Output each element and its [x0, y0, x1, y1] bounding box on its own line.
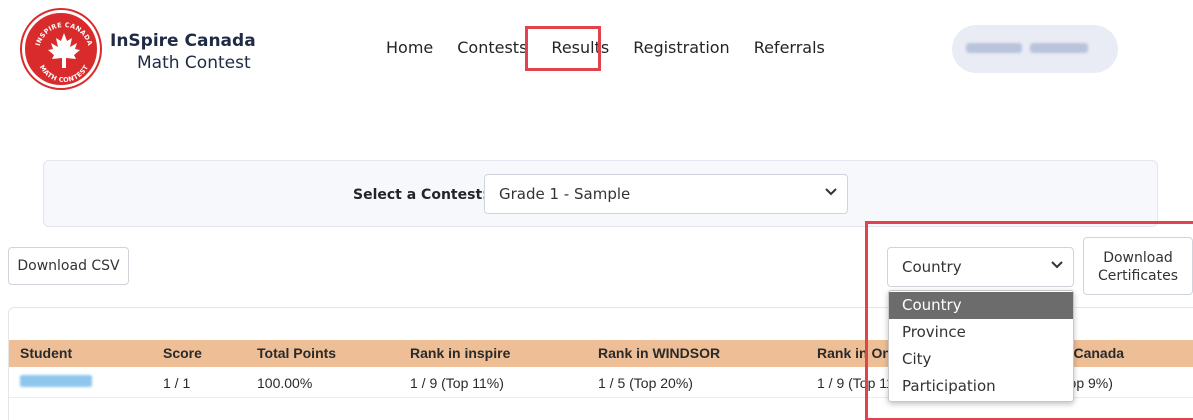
- nav-contests[interactable]: Contests: [457, 38, 527, 57]
- cell-rank-inspire: 1 / 9 (Top 11%): [410, 375, 504, 391]
- nav-referrals[interactable]: Referrals: [754, 38, 825, 57]
- chevron-down-icon: [825, 188, 837, 199]
- brand-line1: InSpire Canada: [110, 31, 256, 51]
- blurred-user-name-2: [1030, 43, 1088, 53]
- cell-rank-windsor: 1 / 5 (Top 20%): [598, 375, 693, 391]
- header-score: Score: [163, 345, 202, 361]
- download-csv-button[interactable]: Download CSV: [8, 247, 129, 285]
- header-rank-windsor: Rank in WINDSOR: [598, 345, 721, 361]
- main-nav: Home Contests Results Registration Refer…: [386, 38, 825, 57]
- nav-registration[interactable]: Registration: [633, 38, 729, 57]
- contest-select-value: Grade 1 - Sample: [499, 185, 631, 203]
- brand-name[interactable]: InSpire Canada Math Contest: [110, 30, 256, 74]
- contest-selector-card: Select a Contest: Grade 1 - Sample: [43, 160, 1158, 227]
- header-total-points: Total Points: [257, 345, 337, 361]
- blurred-student-name: [20, 375, 92, 387]
- select-contest-label: Select a Contest:: [353, 187, 488, 203]
- cell-score: 1 / 1: [163, 375, 191, 391]
- contest-select[interactable]: Grade 1 - Sample: [484, 174, 848, 214]
- header-student: Student: [20, 345, 73, 361]
- user-menu[interactable]: [952, 25, 1118, 73]
- contest-logo[interactable]: INSPIRE CANADA MATH CONTEST: [22, 10, 100, 88]
- brand-line2: Math Contest: [137, 53, 251, 73]
- maple-leaf-logo-icon: INSPIRE CANADA MATH CONTEST: [34, 21, 94, 84]
- results-highlight-box: [525, 26, 601, 71]
- nav-home[interactable]: Home: [386, 38, 433, 57]
- dropdown-highlight-box: [865, 221, 1193, 420]
- cell-total-points: 100.00%: [257, 375, 313, 391]
- blurred-user-name: [966, 43, 1022, 53]
- header-rank-inspire: Rank in inspire: [410, 345, 511, 361]
